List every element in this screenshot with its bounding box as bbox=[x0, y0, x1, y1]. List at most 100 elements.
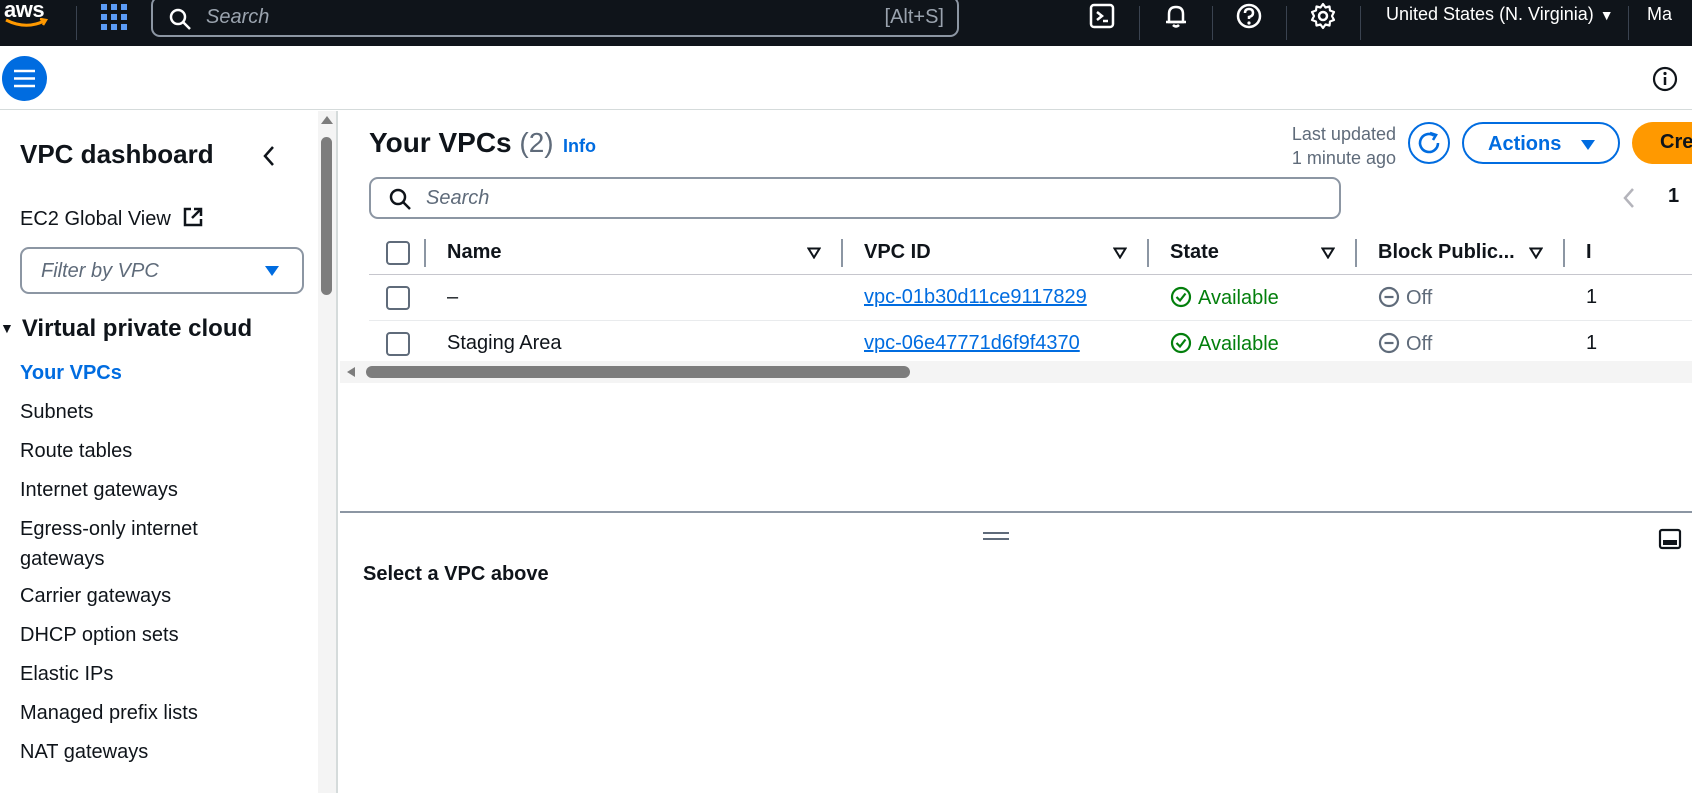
column-header-block-public-access[interactable]: Block Public... bbox=[1378, 241, 1515, 264]
create-vpc-button[interactable]: Cre bbox=[1632, 122, 1692, 164]
row-checkbox[interactable] bbox=[386, 332, 410, 356]
last-updated-label: Last updated bbox=[1291, 124, 1396, 144]
page-title-text: Your VPCs bbox=[369, 127, 512, 158]
previous-page-chevron-icon[interactable] bbox=[1622, 187, 1636, 209]
status-available-icon bbox=[1170, 332, 1192, 354]
vpc-count: (2) bbox=[519, 127, 554, 158]
column-header-state[interactable]: State bbox=[1170, 241, 1219, 264]
column-separator[interactable] bbox=[1563, 239, 1565, 267]
block-public-label: Off bbox=[1406, 287, 1433, 309]
block-public-label: Off bbox=[1406, 333, 1433, 355]
column-header-name[interactable]: Name bbox=[447, 241, 501, 264]
cell-next: 1 bbox=[1586, 286, 1598, 308]
scroll-up-arrow-icon[interactable] bbox=[320, 115, 334, 125]
caret-down-icon: ▼ bbox=[0, 320, 14, 336]
column-separator[interactable] bbox=[1147, 239, 1149, 267]
cell-vpc-id-link[interactable]: vpc-01b30d11ce9117829 bbox=[864, 286, 1087, 309]
status-off-icon bbox=[1378, 332, 1400, 354]
table-search-placeholder: Search bbox=[426, 187, 490, 209]
region-selector[interactable]: United States (N. Virginia) ▼ bbox=[1386, 4, 1614, 25]
last-updated-text: Last updated 1 minute ago bbox=[1286, 122, 1396, 170]
page-title: Your VPCs (2) bbox=[369, 127, 554, 159]
nav-divider bbox=[1212, 6, 1213, 40]
cell-block-public-access: Off bbox=[1378, 332, 1432, 356]
sort-icon[interactable] bbox=[1321, 247, 1335, 259]
table-search-input[interactable]: Search bbox=[369, 177, 1341, 219]
section-virtual-private-cloud[interactable]: ▼ Virtual private cloud bbox=[0, 315, 252, 343]
state-label: Available bbox=[1198, 333, 1279, 355]
search-shortcut: [Alt+S] bbox=[884, 6, 944, 28]
cell-state: Available bbox=[1170, 286, 1279, 310]
sidebar-item-carrier-gateways[interactable]: Carrier gateways bbox=[20, 581, 290, 611]
sidebar-item-your-vpcs[interactable]: Your VPCs bbox=[20, 358, 290, 388]
state-label: Available bbox=[1198, 287, 1279, 309]
hamburger-menu-icon bbox=[14, 69, 35, 88]
sidebar-item-nat-gateways[interactable]: NAT gateways bbox=[20, 737, 290, 767]
top-navigation-bar: aws Search [Alt+S] United States (N. Vir… bbox=[0, 0, 1692, 46]
sidebar-item-internet-gateways[interactable]: Internet gateways bbox=[20, 475, 290, 505]
select-all-checkbox[interactable] bbox=[386, 241, 410, 265]
filter-placeholder: Filter by VPC bbox=[41, 260, 159, 282]
caret-down-icon bbox=[1581, 140, 1595, 150]
sort-icon[interactable] bbox=[1113, 247, 1127, 259]
table-row[interactable]: – vpc-01b30d11ce9117829 Available Off 1 bbox=[369, 275, 1692, 321]
caret-down-icon bbox=[265, 266, 279, 276]
detail-empty-message: Select a VPC above bbox=[363, 563, 549, 585]
create-label: Cre bbox=[1660, 131, 1692, 153]
sidebar-item-elastic-ips[interactable]: Elastic IPs bbox=[20, 659, 290, 689]
ec2-global-view-label: EC2 Global View bbox=[20, 208, 171, 230]
column-separator[interactable] bbox=[1355, 239, 1357, 267]
row-checkbox[interactable] bbox=[386, 286, 410, 310]
sidebar-item-dhcp-option-sets[interactable]: DHCP option sets bbox=[20, 620, 290, 650]
search-icon bbox=[389, 188, 411, 210]
filter-by-vpc-select[interactable]: Filter by VPC bbox=[20, 247, 304, 294]
drag-handle-icon[interactable] bbox=[982, 531, 1010, 541]
global-search-input[interactable]: Search [Alt+S] bbox=[151, 0, 959, 37]
section-title: Virtual private cloud bbox=[21, 315, 253, 342]
nav-divider bbox=[1139, 6, 1140, 40]
services-grid-icon[interactable] bbox=[100, 3, 128, 31]
region-label: United States (N. Virginia) bbox=[1386, 4, 1594, 24]
cell-name: Staging Area bbox=[447, 332, 562, 354]
table-header: Name VPC ID State Block Public... I bbox=[369, 231, 1692, 275]
cell-vpc-id-link[interactable]: vpc-06e47771d6f9f4370 bbox=[864, 332, 1080, 355]
sort-icon[interactable] bbox=[1529, 247, 1543, 259]
info-link[interactable]: Info bbox=[563, 136, 596, 157]
cell-block-public-access: Off bbox=[1378, 286, 1432, 310]
column-separator[interactable] bbox=[424, 239, 426, 267]
scroll-left-arrow-icon[interactable] bbox=[346, 366, 356, 378]
sort-icon[interactable] bbox=[807, 247, 821, 259]
horizontal-scrollbar-thumb[interactable] bbox=[366, 366, 910, 378]
sidebar-item-route-tables[interactable]: Route tables bbox=[20, 436, 290, 466]
account-menu[interactable]: Ma bbox=[1647, 4, 1672, 25]
notifications-bell-icon[interactable] bbox=[1162, 2, 1190, 30]
side-navigation-toggle-button[interactable] bbox=[2, 56, 47, 101]
side-navigation: VPC dashboard EC2 Global View Filter by … bbox=[0, 111, 338, 793]
settings-gear-icon[interactable] bbox=[1309, 2, 1337, 30]
page-number[interactable]: 1 bbox=[1668, 185, 1679, 208]
help-icon[interactable] bbox=[1235, 2, 1263, 30]
info-panel-icon[interactable] bbox=[1652, 66, 1678, 92]
column-header-next[interactable]: I bbox=[1586, 241, 1592, 264]
last-updated-time: 1 minute ago bbox=[1291, 148, 1396, 168]
sidebar-scrollbar-thumb[interactable] bbox=[321, 137, 332, 295]
ec2-global-view-link[interactable]: EC2 Global View bbox=[20, 206, 204, 231]
split-panel-divider bbox=[340, 511, 1692, 513]
collapse-chevron-left-icon[interactable] bbox=[262, 145, 276, 167]
split-panel-position-icon[interactable] bbox=[1658, 528, 1682, 550]
sidebar-item-subnets[interactable]: Subnets bbox=[20, 397, 290, 427]
cloudshell-icon[interactable] bbox=[1088, 2, 1116, 30]
sidebar-item-egress-only-internet-gateways[interactable]: Egress-only internet gateways bbox=[20, 514, 230, 574]
nav-divider bbox=[1628, 6, 1629, 40]
sidebar-title[interactable]: VPC dashboard bbox=[20, 139, 214, 170]
actions-dropdown-button[interactable]: Actions bbox=[1462, 122, 1620, 164]
refresh-button[interactable] bbox=[1408, 122, 1450, 164]
main-content: Your VPCs (2) Info Last updated 1 minute… bbox=[340, 111, 1692, 793]
column-header-vpc-id[interactable]: VPC ID bbox=[864, 241, 931, 264]
status-off-icon bbox=[1378, 286, 1400, 308]
column-separator[interactable] bbox=[841, 239, 843, 267]
sidebar-item-managed-prefix-lists[interactable]: Managed prefix lists bbox=[20, 698, 290, 728]
table-horizontal-scrollbar[interactable] bbox=[340, 361, 1692, 383]
aws-smile-icon bbox=[5, 18, 48, 27]
status-available-icon bbox=[1170, 286, 1192, 308]
